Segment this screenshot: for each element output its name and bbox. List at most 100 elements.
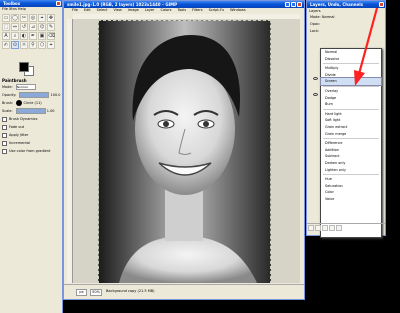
tool-button[interactable]: ✎ xyxy=(47,23,55,31)
tool-button[interactable]: ◯ xyxy=(11,14,19,22)
checkbox[interactable] xyxy=(2,116,7,122)
portrait-photo[interactable] xyxy=(98,20,271,283)
blend-mode-option[interactable]: Soft light xyxy=(321,117,381,124)
option-checkbox-row[interactable]: Incremental xyxy=(2,139,60,147)
option-checkbox-row[interactable]: Fade out xyxy=(2,123,60,131)
blend-mode-option[interactable]: Burn xyxy=(321,101,381,108)
menu-item[interactable]: Filters xyxy=(192,8,203,12)
tool-button[interactable]: ⌬ xyxy=(38,23,46,31)
layer-mode-select[interactable]: Normal xyxy=(322,15,335,19)
blend-mode-option[interactable]: Grain extract xyxy=(321,124,381,131)
blend-mode-option[interactable]: Difference xyxy=(321,140,381,147)
tool-button[interactable]: ⬚ xyxy=(2,23,10,31)
image-window-title: smile1.jpg-1.0 (RGB, 2 layers) 1023x1440… xyxy=(67,2,178,7)
brush-value: Circle (11) xyxy=(23,101,42,105)
layer-buttons xyxy=(307,223,385,235)
checkbox-label: Incremental xyxy=(9,141,30,145)
close-icon[interactable] xyxy=(297,2,302,7)
layer-mode-label: Mode: xyxy=(310,15,321,19)
checkbox[interactable] xyxy=(2,140,7,146)
tool-button[interactable]: ⌖ xyxy=(38,14,46,22)
zoom-select[interactable]: 50% xyxy=(90,289,102,296)
portrait-image xyxy=(99,21,270,283)
blend-mode-option[interactable]: Value xyxy=(321,196,381,203)
menu-separator xyxy=(323,174,379,176)
maximize-icon[interactable] xyxy=(291,2,296,7)
menu-item[interactable]: Tools xyxy=(177,8,186,12)
blend-mode-option[interactable]: Hue xyxy=(321,176,381,183)
lower-layer-icon[interactable] xyxy=(322,225,328,231)
tool-button[interactable]: ☼ xyxy=(20,41,28,49)
menu-item[interactable]: Colors xyxy=(161,8,172,12)
raise-layer-icon[interactable] xyxy=(315,225,321,231)
toolbox-window: Toolbox File Xtns Help ▭ ◯ ✂ ◎ ⌖ ✥ ⬚ ⇔ ↺ ⊿ ⌬ ✎ A ⌕ ◐ ✒ ▣… xyxy=(0,0,63,313)
scale-slider[interactable] xyxy=(15,108,46,114)
brush-preview-icon[interactable] xyxy=(16,100,23,106)
blend-mode-option[interactable]: Hard light xyxy=(321,111,381,118)
tool-button[interactable]: ✒ xyxy=(29,32,37,40)
menu-item[interactable]: Select xyxy=(97,8,108,12)
tool-button[interactable]: ⊙ xyxy=(11,41,19,49)
tool-button[interactable]: A xyxy=(2,32,10,40)
eye-icon[interactable] xyxy=(313,93,318,96)
close-icon[interactable] xyxy=(56,1,61,6)
tool-button[interactable]: ✥ xyxy=(47,14,55,22)
unit-select[interactable]: px xyxy=(76,289,87,296)
option-checkbox-row[interactable]: Apply Jitter xyxy=(2,131,60,139)
duplicate-layer-icon[interactable] xyxy=(329,225,335,231)
menu-item[interactable]: Edit xyxy=(84,8,91,12)
menu-item[interactable]: Script-Fu xyxy=(209,8,224,12)
blend-mode-option[interactable]: Color xyxy=(321,189,381,196)
blend-mode-option[interactable]: Addition xyxy=(321,147,381,154)
checkbox[interactable] xyxy=(2,124,7,130)
blend-mode-option[interactable]: Saturation xyxy=(321,183,381,190)
blend-mode-option[interactable]: Subtract xyxy=(321,153,381,160)
checkbox-label: Brush Dynamics xyxy=(9,117,38,121)
new-layer-icon[interactable] xyxy=(308,225,314,231)
blend-mode-option[interactable]: Darken only xyxy=(321,160,381,167)
menu-separator xyxy=(323,138,379,140)
tool-button[interactable]: ↺ xyxy=(20,23,28,31)
tool-button[interactable]: ✍ xyxy=(2,41,10,49)
tool-button[interactable]: ⇔ xyxy=(11,23,19,31)
opacity-label: Opacity: xyxy=(2,93,17,97)
tool-button[interactable]: ▣ xyxy=(38,32,46,40)
menu-item[interactable]: File xyxy=(72,8,78,12)
blend-mode-option[interactable]: Lighten only xyxy=(321,167,381,174)
menu-item[interactable]: View xyxy=(113,8,121,12)
tool-button[interactable]: ◎ xyxy=(29,14,37,22)
tool-button[interactable]: ▭ xyxy=(2,14,10,22)
minimize-icon[interactable] xyxy=(285,2,290,7)
blend-mode-option[interactable]: Grain merge xyxy=(321,131,381,138)
menu-item[interactable]: Windows xyxy=(230,8,246,12)
tool-button[interactable]: ⬡ xyxy=(38,41,46,49)
delete-layer-icon[interactable] xyxy=(336,225,342,231)
mode-select[interactable]: Normal xyxy=(15,84,36,90)
mode-label: Mode: xyxy=(2,85,13,89)
toolbox-title: Toolbox xyxy=(3,1,21,6)
blend-mode-option[interactable]: Dodge xyxy=(321,95,381,102)
image-menubar: File Edit Select View Image Layer Colors Tools F… xyxy=(64,8,304,13)
checkbox-label: Use color from gradient xyxy=(9,149,51,153)
tool-button[interactable]: ⊿ xyxy=(29,23,37,31)
status-text: Background copy (21.5 MB) xyxy=(106,289,155,293)
option-checkbox-row[interactable]: Brush Dynamics xyxy=(2,115,60,123)
checkbox-label: Fade out xyxy=(9,125,25,129)
foreground-color-swatch[interactable] xyxy=(19,62,29,72)
menu-item[interactable]: Layer xyxy=(145,8,155,12)
tool-button[interactable]: ⌕ xyxy=(11,32,19,40)
tool-button[interactable]: ⌖ xyxy=(47,41,55,49)
checkbox[interactable] xyxy=(2,132,7,138)
menu-item[interactable]: Image xyxy=(128,8,139,12)
tool-button[interactable]: ◐ xyxy=(20,32,28,40)
scale-value: 1.00 xyxy=(46,109,55,113)
image-window-titlebar: smile1.jpg-1.0 (RGB, 2 layers) 1023x1440… xyxy=(64,1,304,8)
canvas-area[interactable] xyxy=(73,19,300,283)
tool-button[interactable]: ✂ xyxy=(20,14,28,22)
option-checkbox-row[interactable]: Use color from gradient xyxy=(2,147,60,155)
tool-button[interactable]: ⌫ xyxy=(47,32,55,40)
checkbox[interactable] xyxy=(2,148,7,154)
tool-button[interactable]: ⚲ xyxy=(29,41,37,49)
opacity-slider[interactable] xyxy=(19,92,50,98)
eye-icon[interactable] xyxy=(313,77,318,80)
